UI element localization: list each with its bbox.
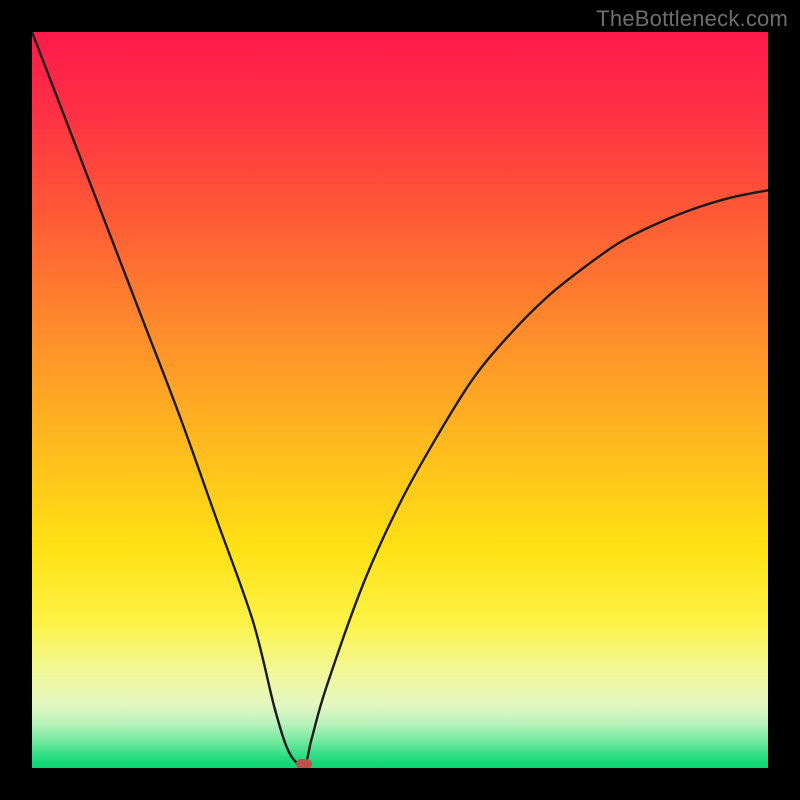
plot-area [32, 32, 768, 768]
chart-frame: TheBottleneck.com [0, 0, 800, 800]
minimum-point-marker [296, 759, 312, 768]
bottleneck-curve [32, 32, 768, 768]
watermark-text: TheBottleneck.com [596, 6, 788, 32]
